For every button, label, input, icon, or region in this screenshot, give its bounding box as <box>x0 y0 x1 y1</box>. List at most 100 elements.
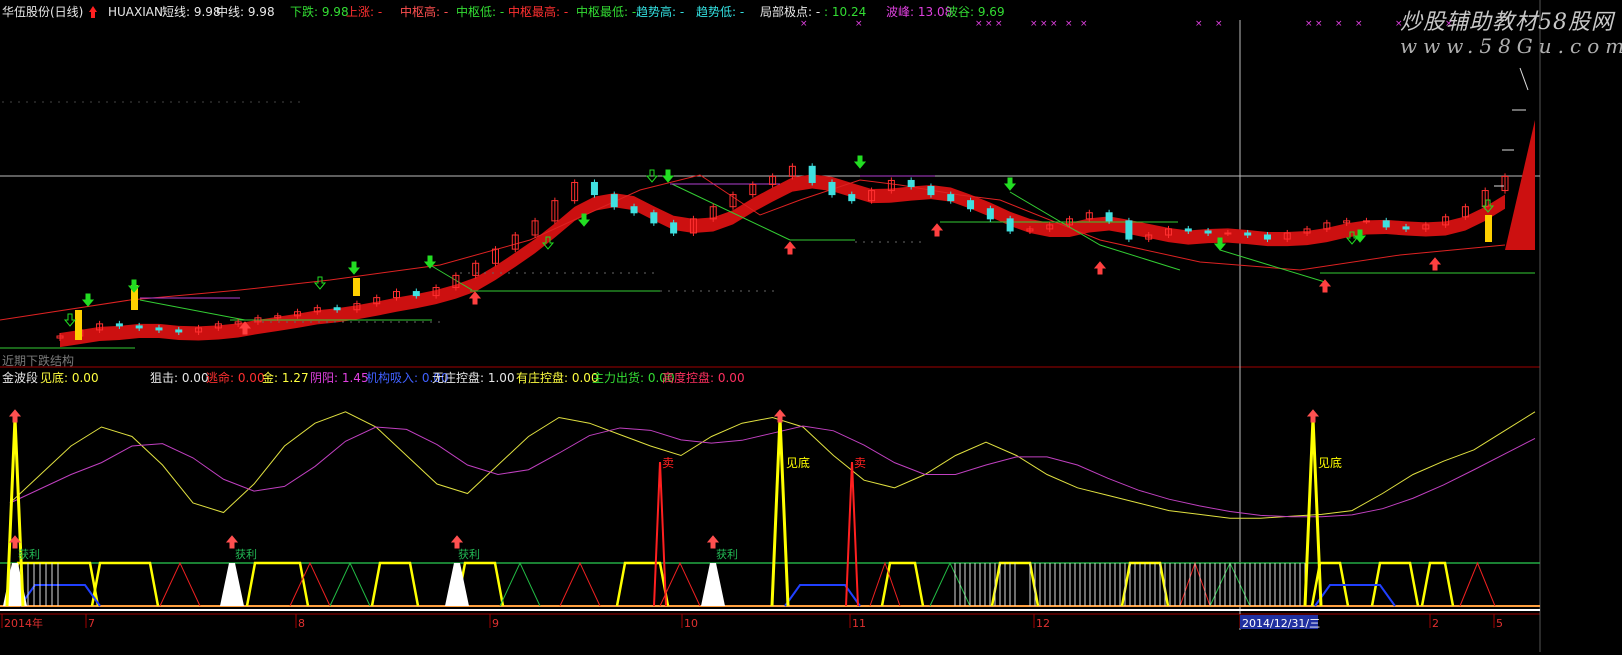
header-item-15: 波谷: 9.69 <box>946 5 1005 19</box>
hollow-arrow-0 <box>63 313 77 327</box>
yellow-signal-2 <box>245 561 310 607</box>
yellow-signal-11 <box>1420 561 1455 607</box>
candle-body-53 <box>1105 212 1113 222</box>
candle-body-18 <box>412 291 420 297</box>
header-item-4: 下跌: 9.98 <box>290 5 349 19</box>
candle-body-46 <box>967 200 975 210</box>
x-marker-0: × <box>800 19 808 29</box>
candle-body-47 <box>986 208 994 220</box>
x-label-5: 11 <box>852 617 866 630</box>
candle-body-5 <box>155 327 163 331</box>
candle-body-31 <box>670 222 678 234</box>
trend-line-5 <box>1219 249 1326 283</box>
header-item-8: 中枢最高: - <box>508 5 569 19</box>
header-item-6: 中枢高: - <box>400 5 449 19</box>
candle-body-61 <box>1263 234 1271 240</box>
candle-body-27 <box>590 181 598 196</box>
sub-header-item-1: 见底: 0.00 <box>40 371 99 385</box>
buy-arrow-2 <box>783 241 797 255</box>
candle-body-54 <box>1125 220 1133 240</box>
header-item-12: 局部极点: - <box>760 5 821 19</box>
profit-spike-2 <box>445 563 469 606</box>
candle-body-30 <box>650 212 658 224</box>
header-item-14: 波峰: 13.08 <box>886 5 953 19</box>
x-marker-9: × <box>1080 19 1088 29</box>
yellow-signal-5 <box>615 561 670 607</box>
sell-spike-1 <box>845 461 859 607</box>
chart-canvas[interactable]: × × × × × × × × × × × × × × × × × ×见底 见底卖 卖获利 获利 获利 获利2014年 7 8 9… <box>0 0 1622 652</box>
x-marker-1: × <box>855 19 863 29</box>
osc-arrow-3 <box>8 535 22 549</box>
header-item-10: 趋势高: - <box>636 5 685 19</box>
sub-header-item-7: 无庄控盘: 1.00 <box>432 371 515 385</box>
candle-body-66 <box>1362 220 1370 223</box>
header-item-0: 华伍股份(日线) <box>2 5 84 19</box>
x-label-1: 7 <box>88 617 95 630</box>
candle-body-43 <box>907 179 915 188</box>
sub-header-item-5: 阴阳: 1.45 <box>310 371 369 385</box>
x-label-7: 2014/12/31/三 <box>1242 617 1320 630</box>
osc-arrow-4 <box>225 535 239 549</box>
header-item-3: 中线: 9.98 <box>216 5 275 19</box>
red-wave-2 <box>559 561 601 607</box>
green-wave-0 <box>329 561 371 607</box>
trend-line-1 <box>139 299 246 321</box>
x-label-3: 9 <box>492 617 499 630</box>
candle-body-45 <box>947 194 955 202</box>
trend-band-tip <box>1505 120 1535 250</box>
osc-arrow-5 <box>450 535 464 549</box>
k-line <box>9 411 1536 519</box>
header-item-11: 趋势低: - <box>696 5 745 19</box>
green-wave-1 <box>499 561 541 607</box>
x-marker-4: × <box>995 19 1003 29</box>
profit-label-1: 获利 <box>235 548 257 561</box>
blue-signal-0 <box>19 584 101 607</box>
profit-spike-3 <box>701 563 725 606</box>
sub-header-item-10: 高度控盘: 0.00 <box>662 371 745 385</box>
candle-body-44 <box>927 186 935 196</box>
blue-signal-1 <box>784 584 861 607</box>
candle-body-57 <box>1184 228 1192 232</box>
blue-signal-2 <box>1314 584 1396 607</box>
stock-chart-window[interactable]: × × × × × × × × × × × × × × × × × × 见底 见底卖卖获利 获利 获利 获利 2014年 7 8 9… <box>0 0 1622 652</box>
hollow-arrow-1 <box>313 276 327 290</box>
structure-label: 近期下跌结构 <box>2 354 75 368</box>
candle-body-67 <box>1382 220 1390 228</box>
d-line <box>9 425 1536 518</box>
candle-body-4 <box>135 325 143 329</box>
buy-arrow-5 <box>1318 279 1332 293</box>
title-up-arrow-icon <box>89 6 97 18</box>
candle-body-38 <box>808 165 816 183</box>
watermark-url: www.58Gu.com <box>1400 34 1622 58</box>
candle-body-59 <box>1224 232 1232 235</box>
candle-body-68 <box>1402 226 1410 230</box>
candle-body-14 <box>333 307 341 311</box>
osc-arrow-1 <box>773 409 787 423</box>
sub-header-item-2: 狙击: 0.00 <box>150 371 209 385</box>
bottom-spike-2 <box>1303 417 1323 607</box>
x-marker-14: × <box>1335 19 1343 29</box>
buy-arrow-6 <box>1428 257 1442 271</box>
x-label-4: 10 <box>684 617 698 630</box>
candle-body-39 <box>828 181 836 196</box>
candle-body-40 <box>848 194 856 202</box>
profit-spike-1 <box>220 563 244 606</box>
profit-label-3: 获利 <box>716 548 738 561</box>
sub-header-item-0: 金波段 <box>2 371 39 385</box>
x-label-9: 5 <box>1496 617 1503 630</box>
red-wave-1 <box>289 561 331 607</box>
red-wave-6 <box>1459 561 1496 607</box>
sell-label-0: 卖 <box>662 456 674 470</box>
x-label-6: 12 <box>1036 617 1050 630</box>
highlight-candle-0 <box>75 310 82 340</box>
buy-arrow-1 <box>468 291 482 305</box>
sub-header-item-8: 有庄控盘: 0.00 <box>516 371 599 385</box>
x-marker-7: × <box>1050 19 1058 29</box>
sell-arrow-2 <box>347 261 361 275</box>
bottom-label-0: 见底 <box>786 455 810 470</box>
candle-body-6 <box>175 329 183 333</box>
red-wave-0 <box>159 561 201 607</box>
yellow-signal-6 <box>880 561 925 607</box>
header-item-9: 中枢最低: - <box>576 5 637 19</box>
sell-spike-0 <box>653 461 667 607</box>
